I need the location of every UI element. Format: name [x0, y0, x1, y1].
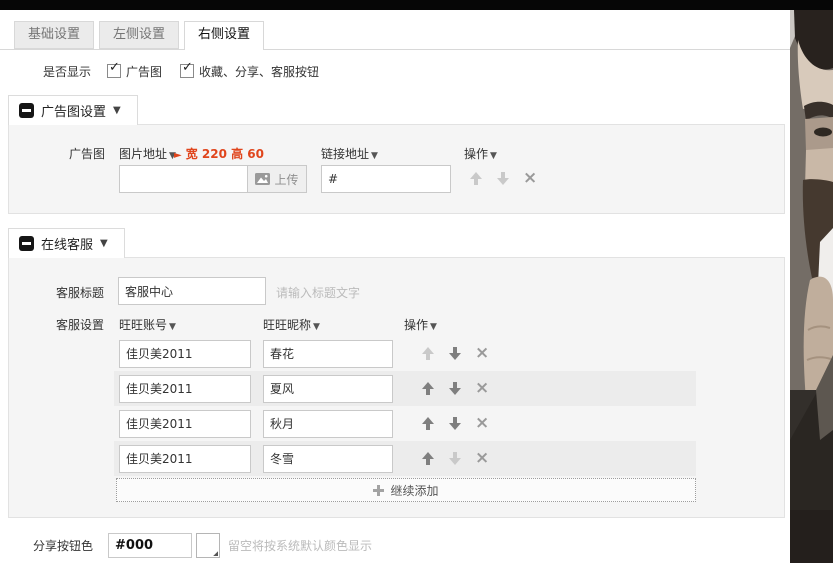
image-url-column-header: 图片地址▼ — [119, 145, 176, 162]
service-section-panel: 客服标题 请输入标题文字 客服设置 旺旺账号▼ 旺旺昵称▼ 操作▼ × × — [8, 257, 785, 518]
move-down-button[interactable] — [448, 417, 462, 430]
image-size-hint: ►宽 220 高 60 — [174, 145, 264, 162]
share-color-hint: 留空将按系统默认颜色显示 — [228, 537, 372, 554]
nickname-input[interactable] — [263, 340, 393, 368]
service-title-hint: 请输入标题文字 — [276, 284, 360, 301]
ad-section-header[interactable]: 广告图设置 ▼ — [8, 95, 138, 125]
service-row: × — [114, 371, 696, 406]
move-up-button[interactable] — [469, 172, 483, 185]
service-title-label: 客服标题 — [56, 284, 104, 301]
check-icon: ✓ — [109, 61, 120, 75]
color-swatch-picker[interactable] — [196, 533, 220, 558]
service-section-header[interactable]: 在线客服 ▼ — [8, 228, 125, 258]
remove-button[interactable]: × — [475, 382, 489, 395]
image-url-group: 上传 — [119, 165, 307, 193]
collapse-icon[interactable] — [19, 236, 34, 251]
image-icon — [255, 173, 270, 185]
chevron-down-icon: ▼ — [100, 238, 108, 249]
move-up-button[interactable] — [421, 382, 435, 395]
fav-share-service-checkbox[interactable]: ✓ — [180, 64, 194, 78]
service-settings-label: 客服设置 — [56, 316, 104, 333]
share-color-input[interactable] — [108, 533, 192, 558]
remove-button[interactable]: × — [523, 172, 537, 185]
row-ops: × — [421, 347, 489, 360]
move-up-button[interactable] — [421, 347, 435, 360]
ops-column-header: 操作▼ — [464, 145, 497, 162]
service-row: × — [114, 336, 696, 371]
collapse-icon[interactable] — [19, 103, 34, 118]
settings-tabs: 基础设置 左侧设置 右侧设置 — [14, 21, 264, 50]
nickname-column-header: 旺旺昵称▼ — [263, 316, 320, 333]
move-down-button[interactable] — [448, 382, 462, 395]
chevron-down-icon: ▼ — [430, 322, 437, 332]
add-row-button[interactable]: 继续添加 — [116, 478, 696, 502]
account-column-header: 旺旺账号▼ — [119, 316, 176, 333]
ad-image-checkbox[interactable]: ✓ — [107, 64, 121, 78]
right-settings-page: 基础设置 左侧设置 右侧设置 是否显示 ✓ 广告图 ✓ 收藏、分享、客服按钮 广… — [0, 0, 833, 563]
ops-column-header: 操作▼ — [404, 316, 437, 333]
ad-image-checkbox-label: 广告图 — [126, 63, 162, 80]
display-row-label: 是否显示 — [43, 63, 91, 80]
row-ops: × — [421, 452, 489, 465]
chevron-down-icon: ▼ — [113, 105, 121, 116]
account-input[interactable] — [119, 445, 251, 473]
arrow-right-icon: ► — [174, 150, 182, 161]
tab-left-settings[interactable]: 左侧设置 — [99, 21, 179, 49]
move-up-button[interactable] — [421, 452, 435, 465]
share-color-label: 分享按钮色 — [33, 537, 93, 554]
service-rows: × × × × — [114, 336, 696, 476]
fav-share-service-checkbox-label: 收藏、分享、客服按钮 — [199, 63, 319, 80]
image-url-input[interactable] — [120, 166, 247, 192]
top-black-bar — [0, 0, 833, 10]
nickname-input[interactable] — [263, 445, 393, 473]
tab-right-settings[interactable]: 右侧设置 — [184, 21, 264, 50]
remove-button[interactable]: × — [475, 347, 489, 360]
remove-button[interactable]: × — [475, 452, 489, 465]
tab-basic-settings[interactable]: 基础设置 — [14, 21, 94, 49]
move-down-button[interactable] — [496, 172, 510, 185]
upload-button[interactable]: 上传 — [247, 166, 306, 192]
display-toggle-row: 是否显示 ✓ 广告图 ✓ 收藏、分享、客服按钮 — [43, 62, 337, 80]
upload-button-label: 上传 — [274, 171, 298, 188]
chevron-down-icon: ▼ — [313, 322, 320, 332]
account-input[interactable] — [119, 410, 251, 438]
chevron-down-icon: ▼ — [371, 151, 378, 161]
chevron-down-icon: ▼ — [169, 322, 176, 332]
chevron-down-icon: ▼ — [490, 151, 497, 161]
background-portrait-photo — [790, 10, 833, 563]
link-url-input[interactable] — [321, 165, 451, 193]
move-down-button[interactable] — [448, 347, 462, 360]
link-url-column-header: 链接地址▼ — [321, 145, 378, 162]
move-up-button[interactable] — [421, 417, 435, 430]
move-down-button[interactable] — [448, 452, 462, 465]
ad-section-title: 广告图设置 — [41, 101, 106, 120]
service-row: × — [114, 441, 696, 476]
account-input[interactable] — [119, 340, 251, 368]
service-title-input[interactable] — [118, 277, 266, 305]
nickname-input[interactable] — [263, 375, 393, 403]
row-ops: × — [421, 417, 489, 430]
ad-image-row-label: 广告图 — [69, 145, 105, 162]
row-ops: × — [421, 382, 489, 395]
check-icon: ✓ — [182, 61, 193, 75]
remove-button[interactable]: × — [475, 417, 489, 430]
nickname-input[interactable] — [263, 410, 393, 438]
share-color-row: 分享按钮色 留空将按系统默认颜色显示 — [33, 533, 372, 558]
service-row: × — [114, 406, 696, 441]
ad-ops: × — [469, 172, 537, 185]
service-section-title: 在线客服 — [41, 234, 93, 253]
account-input[interactable] — [119, 375, 251, 403]
add-row-button-label: 继续添加 — [390, 482, 438, 499]
plus-icon — [373, 485, 384, 496]
ad-section-panel: 广告图 图片地址▼ ►宽 220 高 60 链接地址▼ 操作▼ 上传 × — [8, 124, 785, 214]
